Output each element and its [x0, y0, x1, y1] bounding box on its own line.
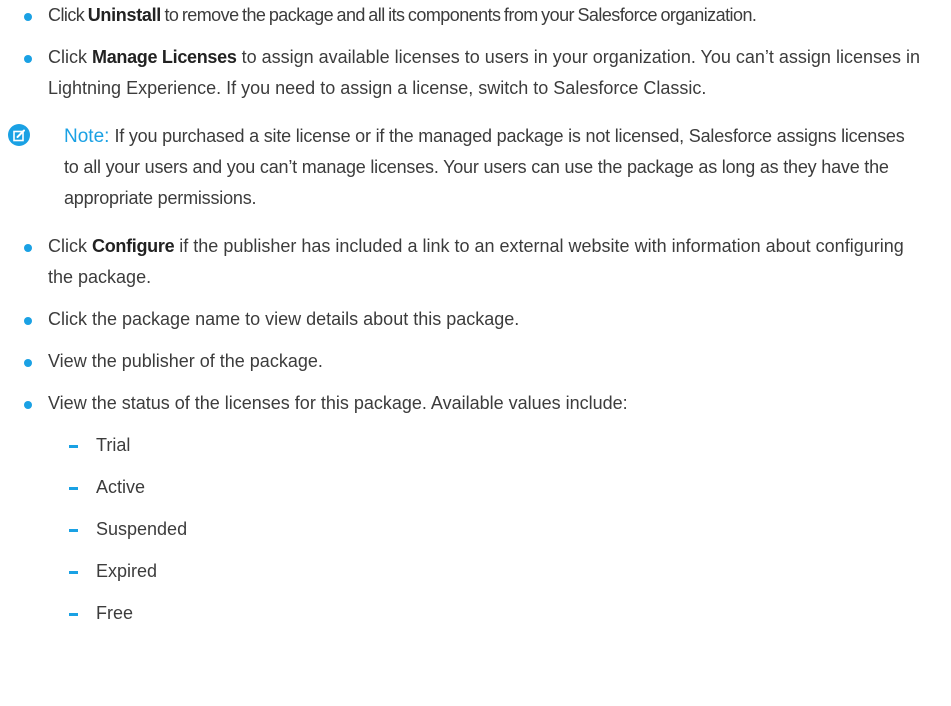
note-callout: Note: If you purchased a site license or… [8, 121, 951, 214]
dash-icon [69, 487, 78, 490]
bullet-icon [24, 13, 32, 21]
status-value-item: Trial [48, 430, 947, 461]
bullet-icon [24, 244, 32, 252]
note-label: Note: [64, 126, 110, 147]
item-rest: if the publisher has included a link to … [48, 236, 904, 287]
status-value: Expired [96, 561, 158, 581]
list-item-text: Click Uninstall to remove the package an… [48, 0, 947, 31]
dash-icon [69, 529, 78, 532]
bullet-icon [24, 401, 32, 409]
configure-term: Configure [92, 236, 175, 256]
dash-icon [69, 571, 78, 574]
list-item-text: View the publisher of the package. [48, 351, 323, 371]
list-item-text: Click the package name to view details a… [48, 309, 520, 329]
dash-icon [69, 613, 78, 616]
item-rest: to remove the package and all its compon… [161, 5, 757, 25]
document-page: Click Uninstall to remove the package an… [0, 0, 951, 706]
list-item-configure: Click Configure if the publisher has inc… [0, 231, 951, 293]
list-item-text: Click Configure if the publisher has inc… [48, 231, 947, 293]
list-item-text: View the status of the licenses for this… [48, 393, 628, 413]
note-edit-icon [8, 124, 30, 146]
list-item-uninstall: Click Uninstall to remove the package an… [0, 0, 951, 31]
list-item-license-status: View the status of the licenses for this… [0, 388, 951, 629]
item-prefix: Click [48, 5, 88, 25]
status-value: Trial [96, 435, 131, 455]
item-prefix: Click [48, 236, 92, 256]
status-value: Free [96, 603, 134, 623]
status-value-item: Free [48, 598, 947, 629]
item-prefix: Click [48, 47, 92, 67]
bullet-icon [24, 359, 32, 367]
list-item-publisher: View the publisher of the package. [0, 346, 951, 377]
dash-icon [69, 445, 78, 448]
manage-licenses-term: Manage Licenses [92, 47, 237, 67]
note-body: Note: If you purchased a site license or… [64, 121, 924, 214]
list-item-package-name: Click the package name to view details a… [0, 304, 951, 335]
status-value-item: Expired [48, 556, 947, 587]
bullet-icon [24, 317, 32, 325]
status-value-item: Suspended [48, 514, 947, 545]
uninstall-term: Uninstall [87, 5, 162, 25]
status-values-list: Trial Active Suspended Expired Free [48, 430, 947, 629]
note-text: If you purchased a site license or if th… [64, 126, 905, 208]
status-value-item: Active [48, 472, 947, 503]
status-value: Active [96, 477, 146, 497]
bullet-icon [24, 55, 32, 63]
options-list: Click Uninstall to remove the package an… [0, 0, 951, 629]
list-item-text: Click Manage Licenses to assign availabl… [48, 42, 947, 104]
status-value: Suspended [96, 519, 188, 539]
list-item-manage-licenses: Click Manage Licenses to assign availabl… [0, 42, 951, 104]
